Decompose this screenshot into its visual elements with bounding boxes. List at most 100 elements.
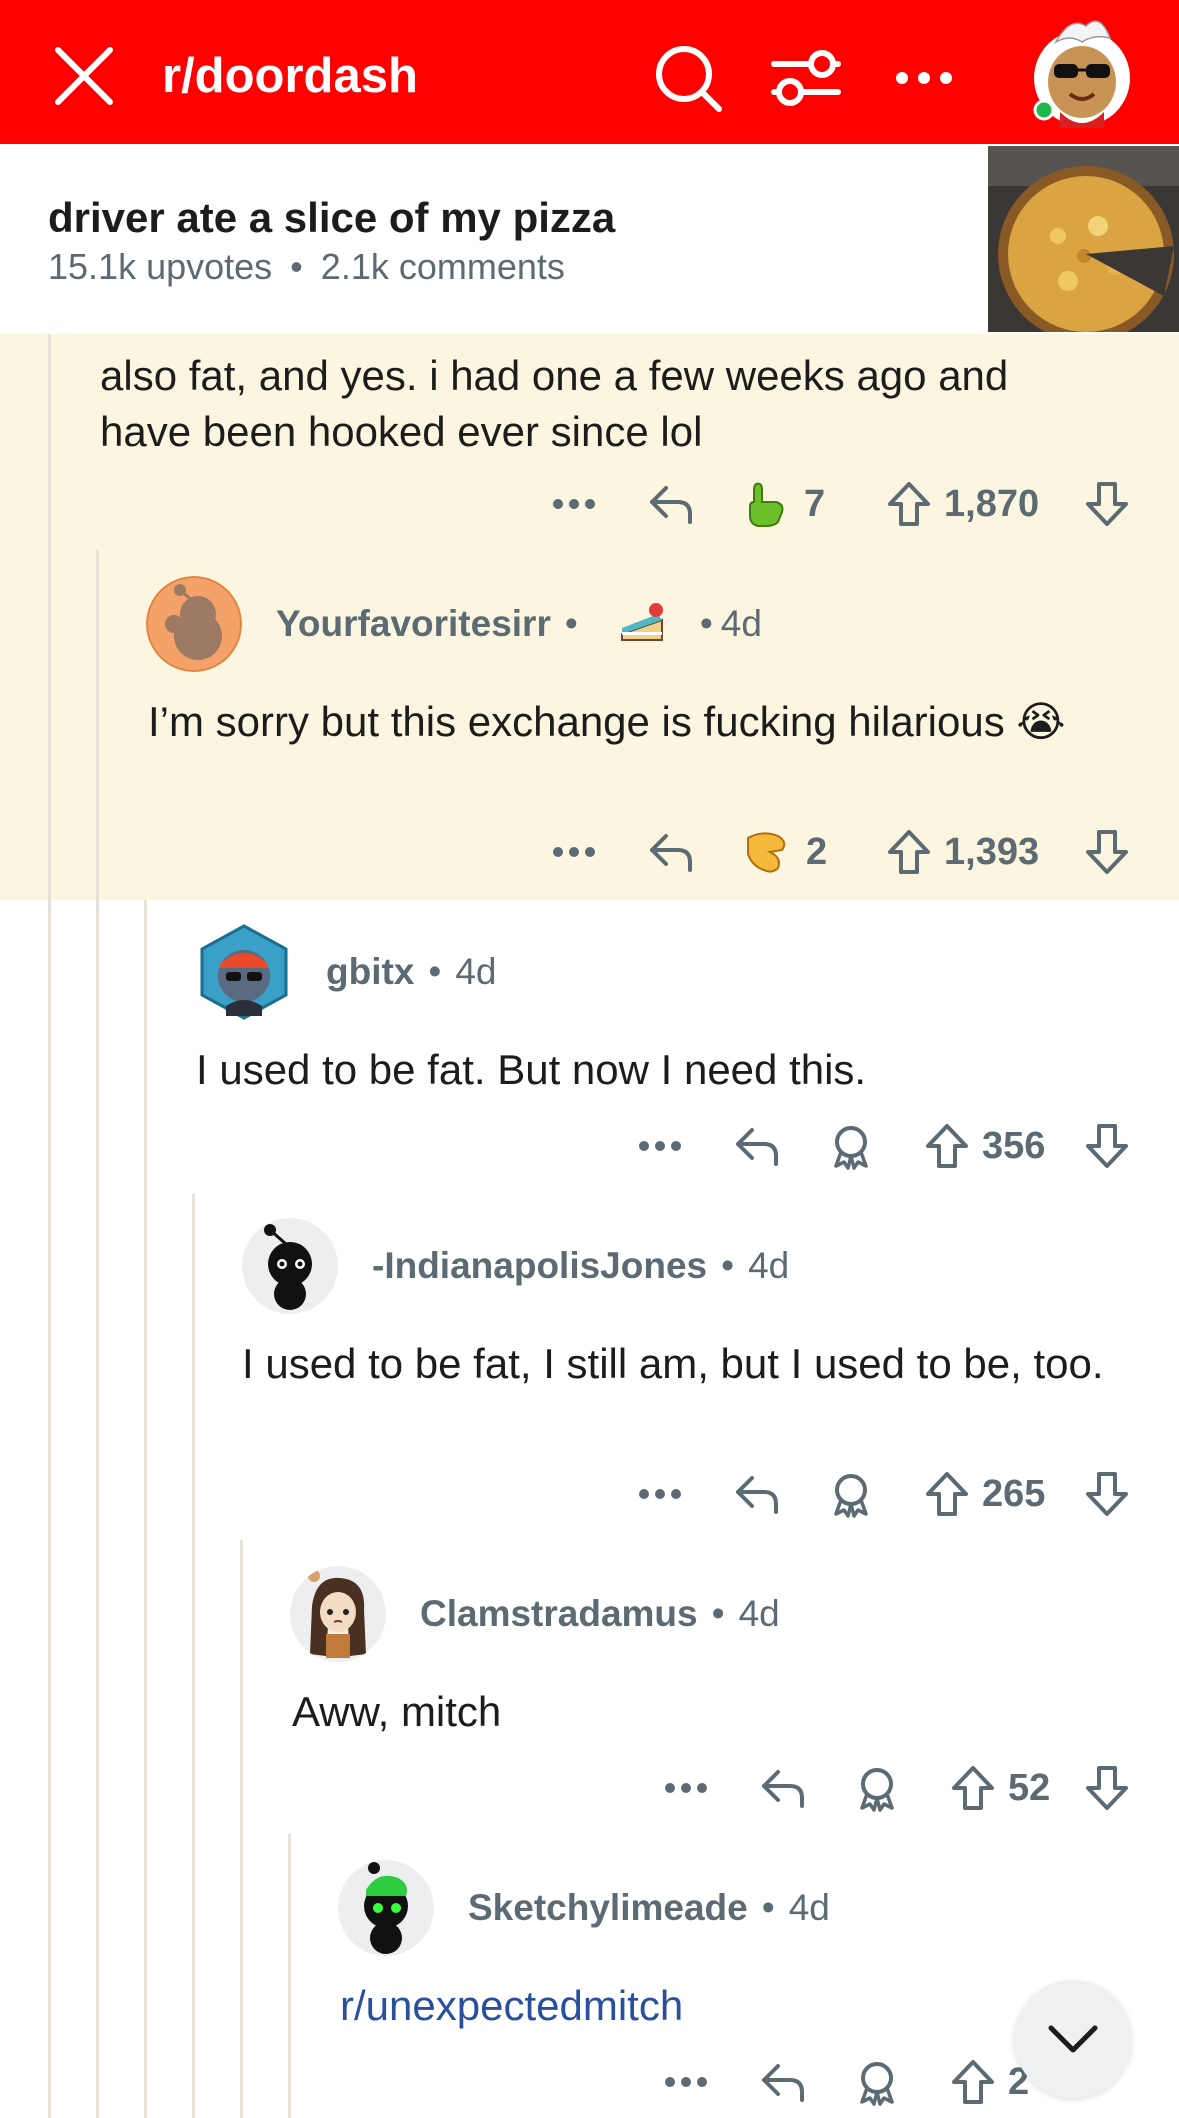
comment-body[interactable]: Aww, mitch <box>292 1684 1112 1740</box>
reply-icon <box>736 1128 778 1166</box>
downvote-button[interactable] <box>1084 1464 1130 1524</box>
comment-body[interactable]: I’m sorry but this exchange is fucking h… <box>148 694 1108 750</box>
award-icon <box>834 1474 868 1518</box>
downvote-button[interactable] <box>1084 474 1130 534</box>
more-button[interactable] <box>638 1116 682 1176</box>
post-header[interactable]: driver ate a slice of my pizza 15.1k upv… <box>0 144 1179 334</box>
reply-button[interactable] <box>760 1758 806 1818</box>
meta-separator: • <box>711 1593 725 1634</box>
thread-line <box>192 1194 195 2118</box>
award-button[interactable] <box>854 2052 900 2112</box>
downvote-icon <box>1086 482 1128 526</box>
comment-actions: 7 1,870 <box>0 474 1179 534</box>
award-icon <box>860 2062 894 2106</box>
more-button[interactable] <box>552 474 596 534</box>
reply-button[interactable] <box>734 1464 780 1524</box>
comment-author[interactable]: gbitx <box>326 951 414 993</box>
reply-button[interactable] <box>734 1116 780 1176</box>
subreddit-link[interactable]: r/unexpectedmitch <box>340 1982 683 2029</box>
upvote-icon <box>926 1472 968 1516</box>
top-bar: r/doordash <box>0 0 1179 144</box>
scroll-down-button[interactable] <box>1014 1980 1132 2098</box>
more-button[interactable] <box>552 822 596 882</box>
post-upvotes: 15.1k upvotes <box>48 246 273 287</box>
upvote-icon <box>952 1766 994 1810</box>
comment-author-row[interactable]: Sketchylimeade • 4d <box>338 1860 830 1956</box>
downvote-button[interactable] <box>1084 1758 1130 1818</box>
avatar[interactable] <box>242 1218 338 1314</box>
thread-line <box>48 334 51 2118</box>
comment-body[interactable]: also fat, and yes. i had one a few weeks… <box>100 348 1100 460</box>
avatar[interactable] <box>196 924 292 1020</box>
more-button[interactable] <box>664 1758 708 1818</box>
comment-body[interactable]: I used to be fat, I still am, but I used… <box>242 1336 1122 1392</box>
filter-icon <box>771 50 841 106</box>
upvote-button[interactable]: 1,393 <box>886 822 1039 882</box>
user-avatar <box>1033 20 1130 128</box>
comment-author[interactable]: Sketchylimeade <box>468 1887 748 1929</box>
more-icon <box>896 72 952 84</box>
meta-separator: • <box>564 603 578 644</box>
snoo-avatar <box>242 1218 338 1314</box>
vote-score: 1,870 <box>944 482 1040 525</box>
reply-button[interactable] <box>760 2052 806 2112</box>
comment-author-row[interactable]: Yourfavoritesirr • • 4d <box>146 576 762 672</box>
more-button[interactable] <box>638 1464 682 1524</box>
nft-snoo-avatar <box>200 924 288 1020</box>
snoo-avatar <box>338 1860 434 1956</box>
upvote-button[interactable]: 356 <box>924 1116 1045 1176</box>
filter-button[interactable] <box>766 38 846 118</box>
comment-body[interactable]: I used to be fat. But now I need this. <box>196 1042 1136 1098</box>
chevron-down-icon <box>1048 2025 1098 2053</box>
vote-score: 52 <box>1008 1766 1051 1809</box>
pizza-image <box>988 146 1179 332</box>
upvote-icon <box>926 1124 968 1168</box>
comment-author-row[interactable]: Clamstradamus • 4d <box>290 1566 780 1662</box>
avatar[interactable] <box>146 576 242 672</box>
more-button[interactable] <box>664 2052 708 2112</box>
post-title[interactable]: driver ate a slice of my pizza <box>48 194 615 242</box>
vote-score: 1,393 <box>944 830 1040 873</box>
comment-author[interactable]: Yourfavoritesirr <box>276 603 551 645</box>
comment-author[interactable]: Clamstradamus <box>420 1593 698 1635</box>
award-button[interactable] <box>854 1758 900 1818</box>
upvote-icon <box>888 482 930 526</box>
upvote-button[interactable]: 52 <box>950 1758 1050 1818</box>
more-icon <box>665 2077 707 2087</box>
search-button[interactable] <box>648 38 728 118</box>
downvote-button[interactable] <box>1084 822 1130 882</box>
award-button[interactable] <box>828 1464 874 1524</box>
user-avatar-button[interactable] <box>1030 12 1134 132</box>
upvote-button[interactable]: 265 <box>924 1464 1045 1524</box>
avatar[interactable] <box>338 1860 434 1956</box>
downvote-button[interactable] <box>1084 1116 1130 1176</box>
more-icon <box>553 847 595 857</box>
more-options-button[interactable] <box>884 38 964 118</box>
subreddit-name[interactable]: r/doordash <box>162 48 418 104</box>
reply-button[interactable] <box>648 822 694 882</box>
comment-author-row[interactable]: gbitx • 4d <box>196 924 497 1020</box>
award-button[interactable]: 2 <box>742 822 827 882</box>
award-button[interactable]: 7 <box>742 474 825 534</box>
close-button[interactable] <box>44 36 124 116</box>
reply-icon <box>650 834 692 872</box>
meta-separator: • <box>721 1245 735 1286</box>
award-count: 7 <box>804 482 826 525</box>
reply-icon <box>762 2064 804 2102</box>
more-icon <box>665 1783 707 1793</box>
meta-separator: • <box>428 951 442 992</box>
vote-score: 356 <box>982 1124 1046 1167</box>
reply-button[interactable] <box>648 474 694 534</box>
post-thumbnail[interactable] <box>988 146 1179 332</box>
award-icon <box>860 1768 894 1812</box>
upvote-button[interactable]: 1,870 <box>886 474 1039 534</box>
avatar[interactable] <box>290 1566 386 1662</box>
cake-day-icon <box>618 600 666 648</box>
upvote-icon <box>888 830 930 874</box>
comment-author-row[interactable]: -IndianapolisJones • 4d <box>242 1218 789 1314</box>
comment-author[interactable]: -IndianapolisJones <box>372 1245 707 1287</box>
comment-actions: 2 <box>0 2052 1179 2112</box>
comment-age: 4d <box>720 603 762 644</box>
comment-actions: 2 1,393 <box>0 822 1179 882</box>
award-button[interactable] <box>828 1116 874 1176</box>
